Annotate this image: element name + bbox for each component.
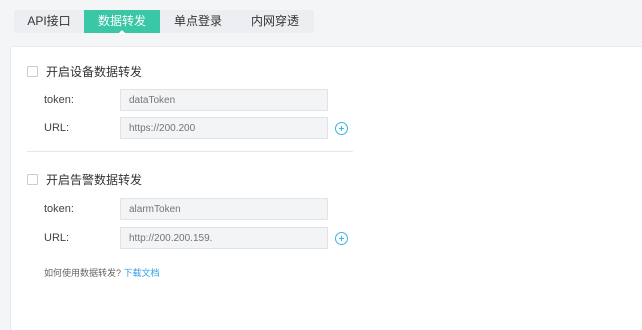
download-doc-link[interactable]: 下载文档 [124,268,160,278]
device-forwarding-title: 开启设备数据转发 [46,64,143,79]
alarm-url-label: URL: [44,232,70,244]
alarm-forwarding-title: 开启告警数据转发 [46,172,143,187]
add-circle-icon[interactable] [335,121,348,135]
device-forwarding-header: 开启设备数据转发 [27,63,142,79]
device-forwarding-checkbox[interactable] [27,65,38,77]
alarm-forwarding-checkbox[interactable] [27,173,38,185]
alarm-url-row: URL: [44,227,348,249]
alarm-token-label: token: [44,203,74,215]
tab-data-forwarding[interactable]: 数据转发 [84,10,160,34]
content-panel: 开启设备数据转发 token: URL: 开启告警数据转发 token: URL… [10,46,642,330]
tab-bar: API接口 数据转发 单点登录 内网穿透 [0,0,642,44]
device-url-row: URL: [44,117,348,139]
section-divider [27,151,353,152]
device-url-label: URL: [44,122,70,134]
alarm-token-input[interactable] [120,198,328,220]
device-token-label: token: [44,94,74,106]
tab-intranet-penetration[interactable]: 内网穿透 [236,10,314,33]
help-text: 如何使用数据转发? 下载文档 [44,266,160,279]
device-token-row: token: [44,89,328,111]
alarm-token-row: token: [44,198,328,220]
device-url-input[interactable] [120,117,328,139]
help-question: 如何使用数据转发? [44,268,122,278]
tab-api[interactable]: API接口 [14,10,84,33]
tabs: API接口 数据转发 单点登录 内网穿透 [14,10,314,34]
add-circle-icon[interactable] [335,231,348,245]
alarm-forwarding-header: 开启告警数据转发 [27,171,142,187]
tab-sso[interactable]: 单点登录 [160,10,236,33]
alarm-url-input[interactable] [120,227,328,249]
device-token-input[interactable] [120,89,328,111]
